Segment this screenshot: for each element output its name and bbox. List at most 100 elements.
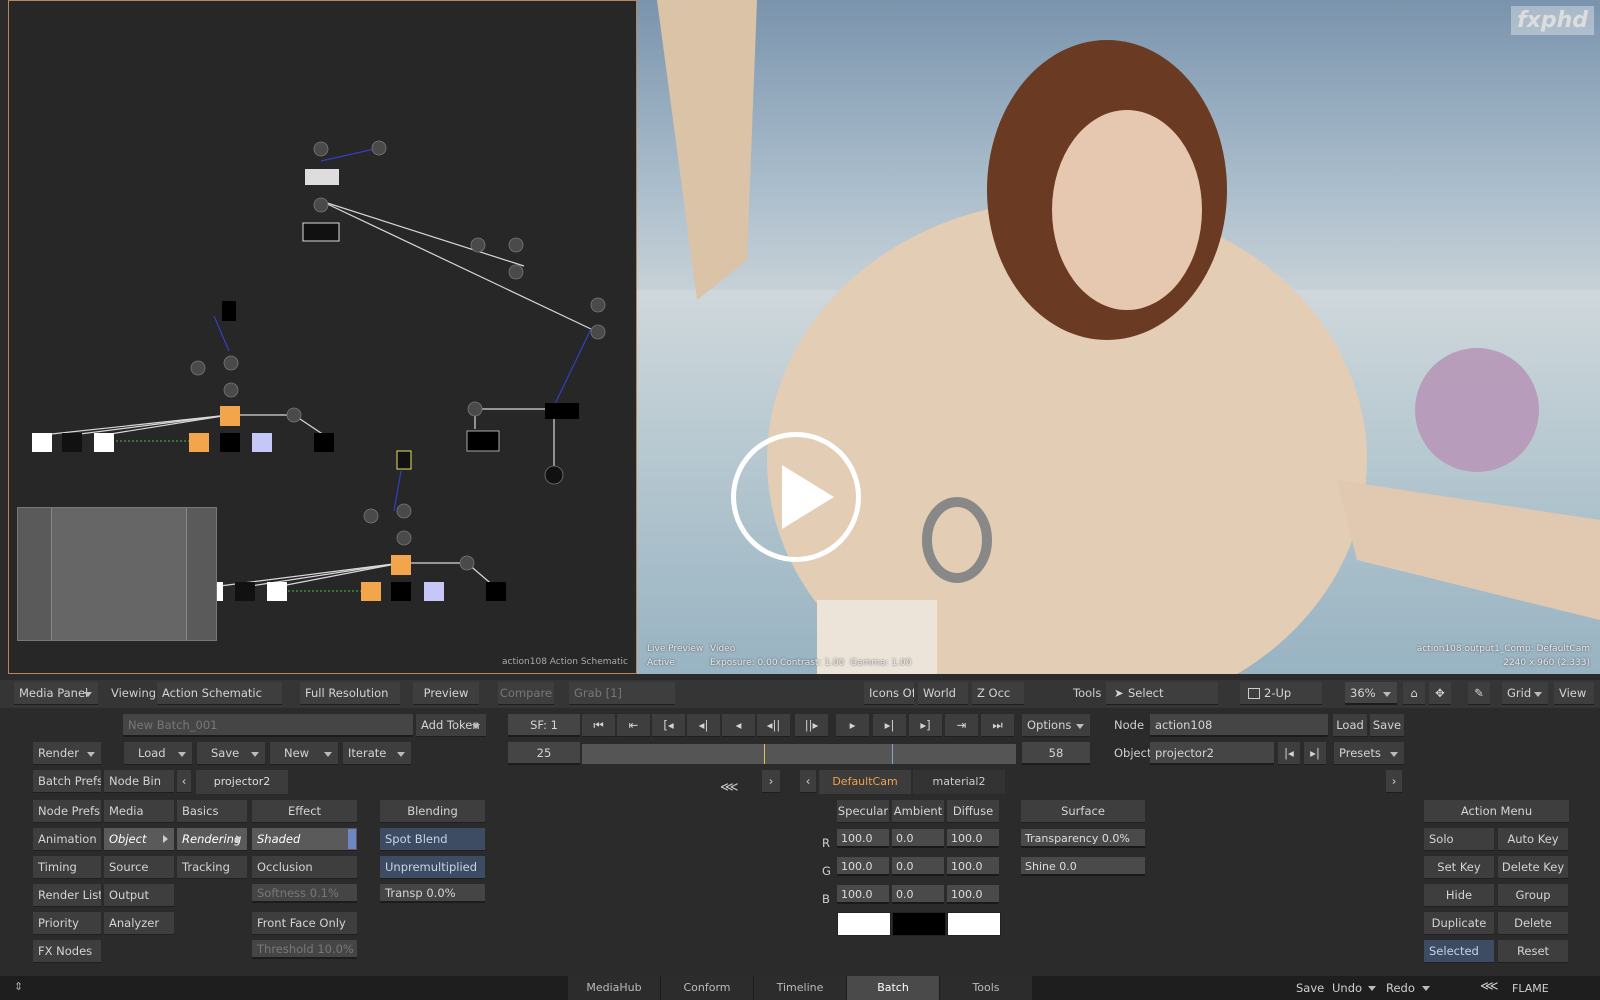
grid-button[interactable]: Grid bbox=[1502, 682, 1548, 705]
duplicate-button[interactable]: Duplicate bbox=[1424, 912, 1494, 935]
ambient-color-swatch[interactable] bbox=[892, 912, 946, 936]
node-name-field[interactable]: action108 bbox=[1150, 714, 1328, 737]
next-mark-icon[interactable]: ▸] bbox=[909, 714, 942, 737]
prev-mark-icon[interactable]: [◂ bbox=[652, 714, 685, 737]
node-load-button[interactable]: Load bbox=[1333, 714, 1367, 737]
specular-color-swatch[interactable] bbox=[837, 912, 891, 936]
prev-keyframe-icon[interactable]: ◂| bbox=[687, 714, 720, 737]
next-key-icon[interactable]: ⇥ bbox=[945, 714, 978, 737]
rendering-button[interactable]: Rendering bbox=[177, 828, 247, 851]
action-menu-header[interactable]: Action Menu bbox=[1424, 800, 1569, 823]
transparency-field[interactable]: Transparency 0.0% bbox=[1021, 829, 1145, 848]
reset-button[interactable]: Reset bbox=[1498, 940, 1568, 963]
schematic-minimap[interactable] bbox=[17, 507, 217, 641]
prev-object-icon[interactable]: |◂ bbox=[1278, 742, 1300, 765]
redo-dropdown-icon[interactable] bbox=[1422, 986, 1430, 991]
chevron-right-icon[interactable]: › bbox=[762, 770, 780, 793]
node-save-button[interactable]: Save bbox=[1370, 714, 1404, 737]
solo-button[interactable]: Solo bbox=[1424, 828, 1494, 851]
unpremultiplied-toggle[interactable]: Unpremultiplied bbox=[380, 856, 485, 879]
full-resolution-button[interactable]: Full Resolution bbox=[300, 682, 400, 705]
bottom-save-button[interactable]: Save bbox=[1296, 977, 1324, 1000]
tab-mediahub[interactable]: MediaHub bbox=[568, 976, 660, 1000]
minimap-viewport[interactable] bbox=[51, 508, 187, 640]
delete-button[interactable]: Delete bbox=[1498, 912, 1568, 935]
tab-tools[interactable]: Tools bbox=[940, 976, 1032, 1000]
object-name-field[interactable]: projector2 bbox=[1150, 742, 1274, 765]
render-list-button[interactable]: Render List bbox=[33, 884, 101, 907]
select-tool-button[interactable]: ➤ Select bbox=[1106, 682, 1218, 705]
compare-button[interactable]: Compare bbox=[498, 682, 554, 705]
play-forward-icon[interactable]: ||▸ bbox=[795, 714, 828, 737]
two-up-button[interactable]: 2-Up bbox=[1240, 682, 1322, 705]
spot-blend-toggle[interactable]: Spot Blend bbox=[380, 828, 485, 851]
action-schematic[interactable]: action108 Action Schematic bbox=[8, 0, 637, 674]
ambient-b-field[interactable]: 0.0 bbox=[892, 885, 944, 904]
animation-button[interactable]: Animation bbox=[33, 828, 101, 851]
object-button[interactable]: Object bbox=[104, 828, 174, 851]
tracking-button[interactable]: Tracking bbox=[177, 856, 247, 879]
diffuse-b-field[interactable]: 100.0 bbox=[947, 885, 999, 904]
specular-r-field[interactable]: 100.0 bbox=[837, 829, 889, 848]
shine-field[interactable]: Shine 0.0 bbox=[1021, 857, 1145, 876]
go-to-end-icon[interactable]: ⏭ bbox=[981, 714, 1014, 737]
image-viewer[interactable]: fxphd Live Preview Active Video Exposure… bbox=[637, 0, 1600, 674]
presets-button[interactable]: Presets bbox=[1334, 742, 1404, 765]
set-key-button[interactable]: Set Key bbox=[1424, 856, 1494, 879]
next-object-icon[interactable]: ▸| bbox=[1304, 742, 1326, 765]
go-to-start-icon[interactable]: ⏮ bbox=[582, 714, 615, 737]
undo-button[interactable]: Undo bbox=[1332, 977, 1362, 1000]
grab-button[interactable]: Grab [1] bbox=[569, 682, 675, 705]
tab-conform[interactable]: Conform bbox=[661, 976, 753, 1000]
basics-button[interactable]: Basics bbox=[177, 800, 247, 823]
next-keyframe-icon[interactable]: ▸| bbox=[873, 714, 906, 737]
analyzer-button[interactable]: Analyzer bbox=[104, 912, 174, 935]
pencil-icon[interactable]: ✎ bbox=[1468, 682, 1490, 705]
sf-field[interactable]: SF: 1 bbox=[508, 714, 580, 737]
auto-key-button[interactable]: Auto Key bbox=[1498, 828, 1568, 851]
hide-button[interactable]: Hide bbox=[1424, 884, 1494, 907]
front-face-only-toggle[interactable]: Front Face Only bbox=[252, 912, 357, 935]
play-overlay-button[interactable] bbox=[731, 432, 861, 562]
diffuse-g-field[interactable]: 100.0 bbox=[947, 857, 999, 876]
batch-prefs-button[interactable]: Batch Prefs bbox=[33, 770, 101, 793]
ambient-r-field[interactable]: 0.0 bbox=[892, 829, 944, 848]
fit-icon[interactable]: ✥ bbox=[1429, 682, 1451, 705]
options-button[interactable]: Options bbox=[1022, 714, 1090, 737]
add-token-button[interactable]: Add Token bbox=[416, 714, 486, 737]
delete-key-button[interactable]: Delete Key bbox=[1498, 856, 1568, 879]
shaded-toggle[interactable]: Shaded bbox=[252, 828, 357, 851]
occlusion-toggle[interactable]: Occlusion bbox=[252, 856, 357, 879]
transp-field[interactable]: Transp 0.0% bbox=[380, 884, 485, 903]
node-prefs-button[interactable]: Node Prefs bbox=[33, 800, 101, 823]
expand-icon[interactable]: ⇕ bbox=[14, 980, 23, 993]
priority-button[interactable]: Priority bbox=[33, 912, 101, 935]
specular-b-field[interactable]: 100.0 bbox=[837, 885, 889, 904]
selected-button[interactable]: Selected bbox=[1424, 940, 1494, 963]
output-button[interactable]: Output bbox=[104, 884, 174, 907]
view-button[interactable]: View bbox=[1554, 682, 1594, 705]
render-button[interactable]: Render bbox=[33, 742, 101, 765]
home-icon[interactable]: ⌂ bbox=[1403, 682, 1425, 705]
node-bin-button[interactable]: Node Bin bbox=[104, 770, 174, 793]
load-batch-button[interactable]: Load bbox=[124, 742, 192, 765]
play-reverse-icon[interactable]: ◂|| bbox=[757, 714, 790, 737]
new-batch-button[interactable]: New bbox=[270, 742, 338, 765]
diffuse-r-field[interactable]: 100.0 bbox=[947, 829, 999, 848]
tabs-left-icon[interactable]: ‹ bbox=[800, 770, 816, 793]
viewing-select[interactable]: Action Schematic bbox=[157, 682, 282, 705]
specular-g-field[interactable]: 100.0 bbox=[837, 857, 889, 876]
tab-timeline[interactable]: Timeline bbox=[754, 976, 846, 1000]
batch-name-field[interactable]: New Batch_001 bbox=[123, 714, 413, 737]
start-frame-field[interactable]: 25 bbox=[508, 742, 580, 765]
z-occ-button[interactable]: Z Occ bbox=[972, 682, 1024, 705]
media-button[interactable]: Media bbox=[104, 800, 174, 823]
tab-projector2[interactable]: projector2 bbox=[196, 770, 288, 794]
undo-dropdown-icon[interactable] bbox=[1368, 986, 1376, 991]
end-frame-field[interactable]: 58 bbox=[1022, 742, 1090, 765]
frame-timeline-bar[interactable] bbox=[582, 744, 1016, 764]
iterate-button[interactable]: Iterate bbox=[343, 742, 411, 765]
zoom-field[interactable]: 36% bbox=[1345, 682, 1397, 705]
tabs-right-icon[interactable]: › bbox=[1386, 770, 1402, 793]
group-button[interactable]: Group bbox=[1498, 884, 1568, 907]
